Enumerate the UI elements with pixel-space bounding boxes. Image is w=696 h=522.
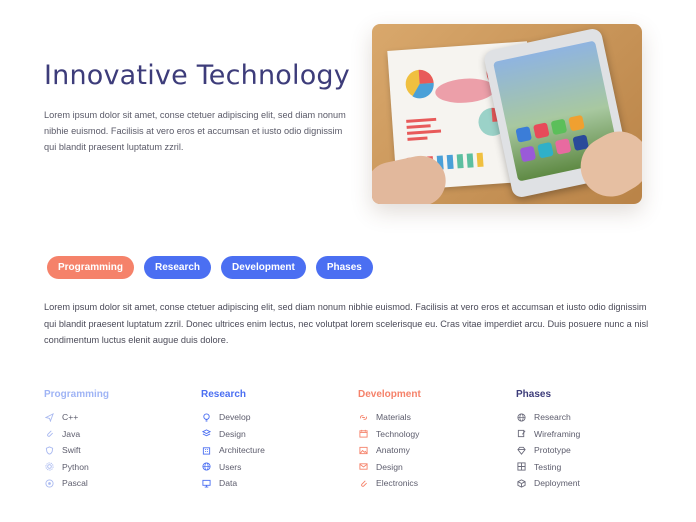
list-item[interactable]: Python (44, 459, 194, 476)
list-item-label: Architecture (219, 445, 265, 456)
list-item[interactable]: Deployment (516, 475, 666, 492)
list-item-label: Design (376, 461, 403, 472)
link-icon (358, 412, 368, 422)
paperclip-icon (358, 478, 368, 488)
list-item[interactable]: Swift (44, 442, 194, 459)
tab-development[interactable]: Development (221, 256, 306, 279)
list-item-label: Electronics (376, 478, 419, 489)
send-icon (44, 412, 54, 422)
list-item-label: Design (219, 428, 246, 439)
calendar-icon (358, 429, 368, 439)
list-item-label: Testing (534, 461, 562, 472)
column-title: Programming (44, 389, 110, 400)
list-item[interactable]: Testing (516, 459, 666, 476)
list-item[interactable]: Materials (358, 409, 508, 426)
list-item[interactable]: Research (516, 409, 666, 426)
list-item-label: Users (219, 461, 242, 472)
gear-icon (44, 462, 54, 472)
column-title: Research (201, 389, 247, 400)
target-icon (44, 478, 54, 488)
list-item[interactable]: Design (201, 426, 351, 443)
feature-column-phases: Phases Research Wireframing Prototype Testin… (516, 389, 666, 492)
bulb-icon (201, 412, 211, 422)
list-item-label: Develop (219, 412, 251, 423)
hero-title: Innovative Technology (44, 60, 350, 91)
list-item-label: Anatomy (376, 445, 410, 456)
feature-column-programming: Programming C++ Java Swift Python Pascal (44, 389, 194, 492)
column-title: Phases (516, 389, 552, 400)
list-item[interactable]: Design (358, 459, 508, 476)
image-icon (358, 445, 368, 455)
list-item[interactable]: C++ (44, 409, 194, 426)
list-item-label: Data (219, 478, 238, 489)
list-item-label: Research (534, 412, 571, 423)
list-item[interactable]: Technology (358, 426, 508, 443)
tab-content-text: Lorem ipsum dolor sit amet, conse ctetue… (44, 302, 649, 345)
list-item[interactable]: Electronics (358, 475, 508, 492)
mail-icon (358, 462, 368, 472)
hero-image (372, 24, 642, 204)
list-item-label: C++ (62, 412, 79, 423)
box-icon (516, 478, 526, 488)
list-item-label: Materials (376, 412, 411, 423)
shield-icon (44, 445, 54, 455)
tab-programming[interactable]: Programming (47, 256, 135, 279)
list-item-label: Technology (376, 428, 420, 439)
list-item-label: Wireframing (534, 428, 581, 439)
tab-research[interactable]: Research (144, 256, 212, 279)
list-item[interactable]: Develop (201, 409, 351, 426)
diamond-icon (516, 445, 526, 455)
list-item-label: Pascal (62, 478, 88, 489)
tab-bar: Programming Research Development Phases (47, 256, 373, 279)
list-item-label: Python (62, 461, 89, 472)
tab-phases[interactable]: Phases (315, 256, 373, 279)
column-title: Development (358, 389, 421, 400)
grid-icon (516, 462, 526, 472)
list-item[interactable]: Pascal (44, 475, 194, 492)
globe-icon (201, 462, 211, 472)
list-item-label: Java (62, 428, 81, 439)
list-item-label: Prototype (534, 445, 571, 456)
globe-icon (516, 412, 526, 422)
list-item[interactable]: Architecture (201, 442, 351, 459)
list-item[interactable]: Java (44, 426, 194, 443)
list-item[interactable]: Data (201, 475, 351, 492)
monitor-icon (201, 478, 211, 488)
feature-column-research: Research Develop Design Architecture Users Da… (201, 389, 351, 492)
list-item-label: Swift (62, 445, 81, 456)
edit-icon (516, 429, 526, 439)
hero-text: Lorem ipsum dolor sit amet, conse ctetue… (44, 110, 346, 152)
list-item[interactable]: Wireframing (516, 426, 666, 443)
paperclip-icon (44, 429, 54, 439)
list-item[interactable]: Prototype (516, 442, 666, 459)
list-item-label: Deployment (534, 478, 580, 489)
feature-columns: Programming C++ Java Swift Python Pascal Resea… (44, 389, 664, 499)
feature-column-development: Development Materials Technology Anatomy Des… (358, 389, 508, 492)
building-icon (201, 445, 211, 455)
list-item[interactable]: Users (201, 459, 351, 476)
layers-icon (201, 429, 211, 439)
list-item[interactable]: Anatomy (358, 442, 508, 459)
